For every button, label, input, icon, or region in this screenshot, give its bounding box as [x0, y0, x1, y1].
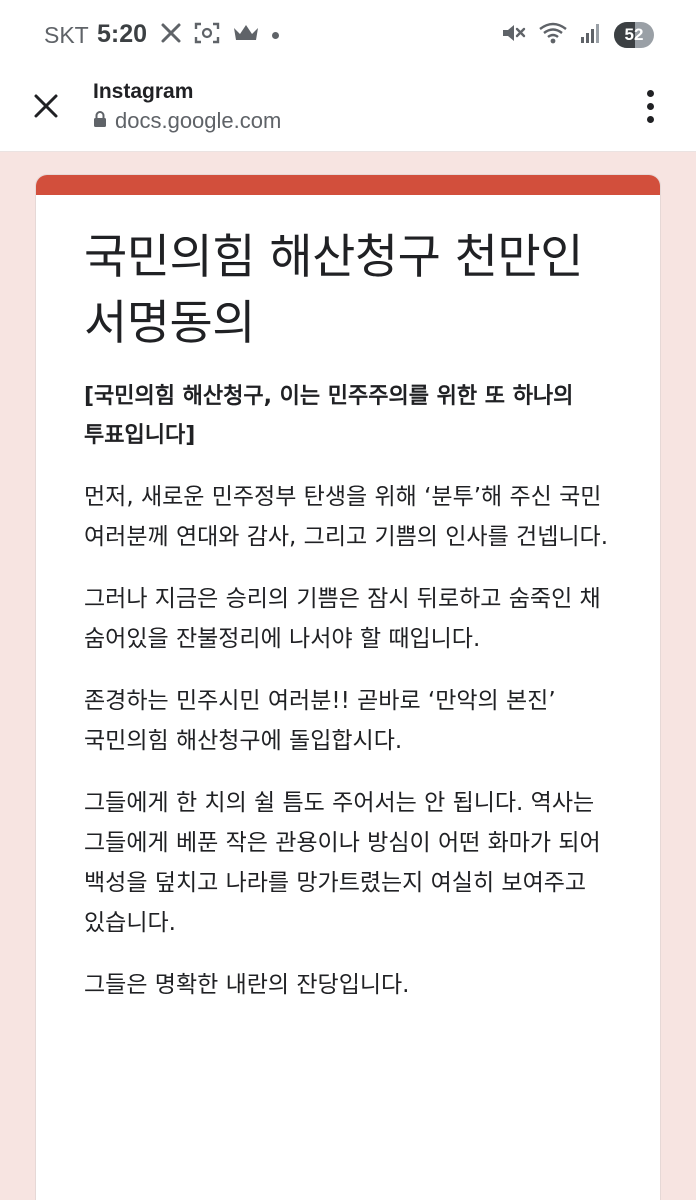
kebab-dot-icon: [646, 102, 654, 110]
lock-icon: [93, 110, 107, 132]
crown-icon: [232, 22, 260, 48]
status-bar: SKT 5:20 52: [0, 0, 696, 70]
url-text: docs.google.com: [115, 108, 282, 133]
close-icon: [34, 94, 58, 118]
x-app-icon: [160, 22, 182, 48]
form-subtitle: [국민의힘 해산청구, 이는 민주주의를 위한 또 하나의 투표입니다]: [84, 384, 574, 448]
screenshot-icon: [194, 21, 220, 49]
signal-icon: [580, 21, 602, 49]
battery-icon: 52: [614, 22, 654, 48]
browser-header: Instagram docs.google.com: [0, 70, 696, 152]
url-display[interactable]: docs.google.com: [93, 108, 281, 134]
close-button[interactable]: [26, 86, 66, 126]
description-paragraph: 그러나 지금은 승리의 기쁨은 잠시 뒤로하고 숨죽인 채 숨어있을 잔불정리에…: [84, 586, 601, 652]
form-header-card: 국민의힘 해산청구 천만인 서명동의 [국민의힘 해산청구, 이는 민주주의를 …: [35, 174, 661, 1200]
wifi-icon: [538, 21, 568, 49]
kebab-dot-icon: [646, 115, 654, 123]
form-title: 국민의힘 해산청구 천만인 서명동의: [84, 230, 584, 351]
carrier-label: SKT: [44, 22, 89, 48]
notification-icons: [160, 20, 279, 50]
system-icons: 52: [500, 20, 654, 50]
description-paragraph: 그들은 명확한 내란의 잔당입니다.: [84, 972, 410, 998]
clock: 5:20: [97, 20, 148, 48]
description-paragraph: 그들에게 한 치의 쉴 틈도 주어서는 안 됩니다. 역사는 그들에게 베푼 작…: [84, 790, 601, 936]
page-title: Instagram: [93, 80, 194, 103]
form-description: 국민의힘 해산청구 천만인 서명동의 [국민의힘 해산청구, 이는 민주주의를 …: [84, 225, 624, 1005]
description-paragraph: 존경하는 민주시민 여러분!! 곧바로 ‘만악의 본진’ 국민의힘 해산청구에 …: [84, 688, 556, 754]
kebab-dot-icon: [646, 89, 654, 97]
more-options-button[interactable]: [632, 86, 668, 126]
battery-percent: 52: [624, 25, 644, 44]
description-paragraph: 먼저, 새로운 민주정부 탄생을 위해 ‘분투’해 주신 국민 여러분께 연대와…: [84, 484, 609, 550]
more-notifications-dot-icon: [272, 31, 279, 39]
card-accent-bar: [36, 175, 660, 195]
mute-icon: [500, 21, 526, 49]
